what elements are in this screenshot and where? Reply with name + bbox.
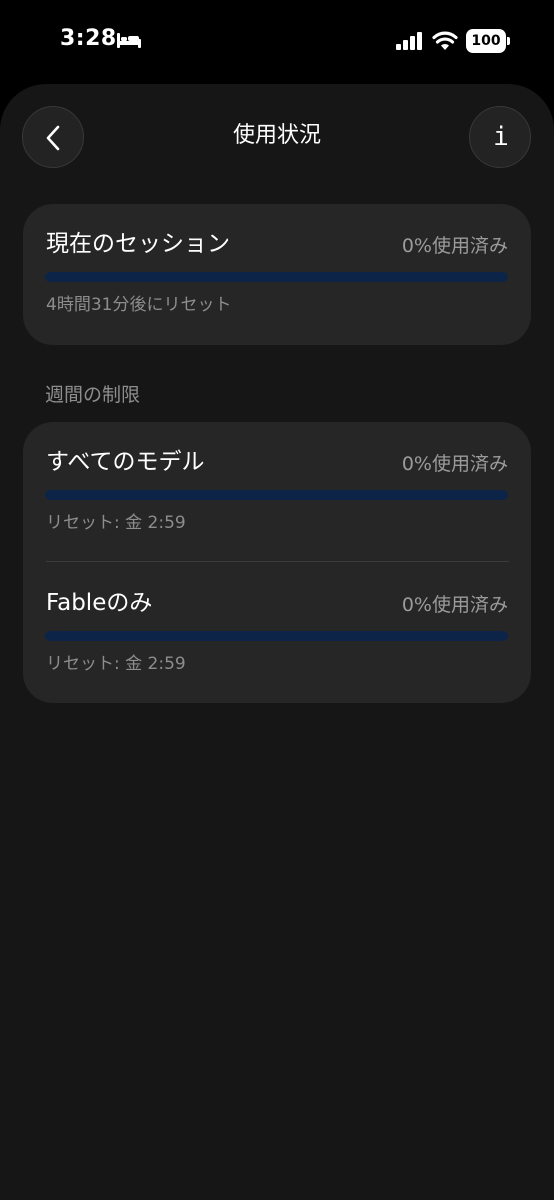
reset-time: 4時間31分後にリセット [46,295,232,315]
info-icon: i [493,122,509,152]
usage-percent: 0%使用済み [401,235,508,257]
cellular-signal-icon [396,32,422,50]
battery-level: 100 [466,29,506,53]
status-time: 3:28 [60,26,117,51]
usage-row-fable-only: Fableのみ 0%使用済み リセット: 金 2:59 [23,563,531,703]
usage-progress-bar [45,272,508,282]
section-heading-weekly: 週間の制限 [45,384,141,406]
usage-progress-bar [45,490,508,500]
reset-time: リセット: 金 2:59 [46,513,186,533]
usage-name: Fableのみ [46,590,153,616]
usage-percent: 0%使用済み [401,594,508,616]
usage-row-current-session: 現在のセッション 0%使用済み 4時間31分後にリセット [23,204,531,344]
info-button[interactable]: i [469,106,531,168]
battery-icon: 100 [466,29,510,53]
battery-tip [507,37,510,45]
usage-name: 現在のセッション [46,231,230,257]
usage-progress-bar [45,631,508,641]
weekly-limits-card: すべてのモデル 0%使用済み リセット: 金 2:59 Fableのみ 0%使用… [23,422,531,703]
usage-percent: 0%使用済み [401,453,508,475]
usage-sheet: 使用状況 i 現在のセッション 0%使用済み 4時間31分後にリセット 週間の制… [0,84,554,1200]
status-bar: 3:28 100 [0,0,554,84]
current-session-card: 現在のセッション 0%使用済み 4時間31分後にリセット [23,204,531,345]
usage-name: すべてのモデル [46,449,205,475]
reset-time: リセット: 金 2:59 [46,654,186,674]
row-divider [46,561,509,562]
sleep-focus-icon [117,33,141,48]
wifi-icon [432,31,458,50]
usage-row-all-models: すべてのモデル 0%使用済み リセット: 金 2:59 [23,422,531,562]
